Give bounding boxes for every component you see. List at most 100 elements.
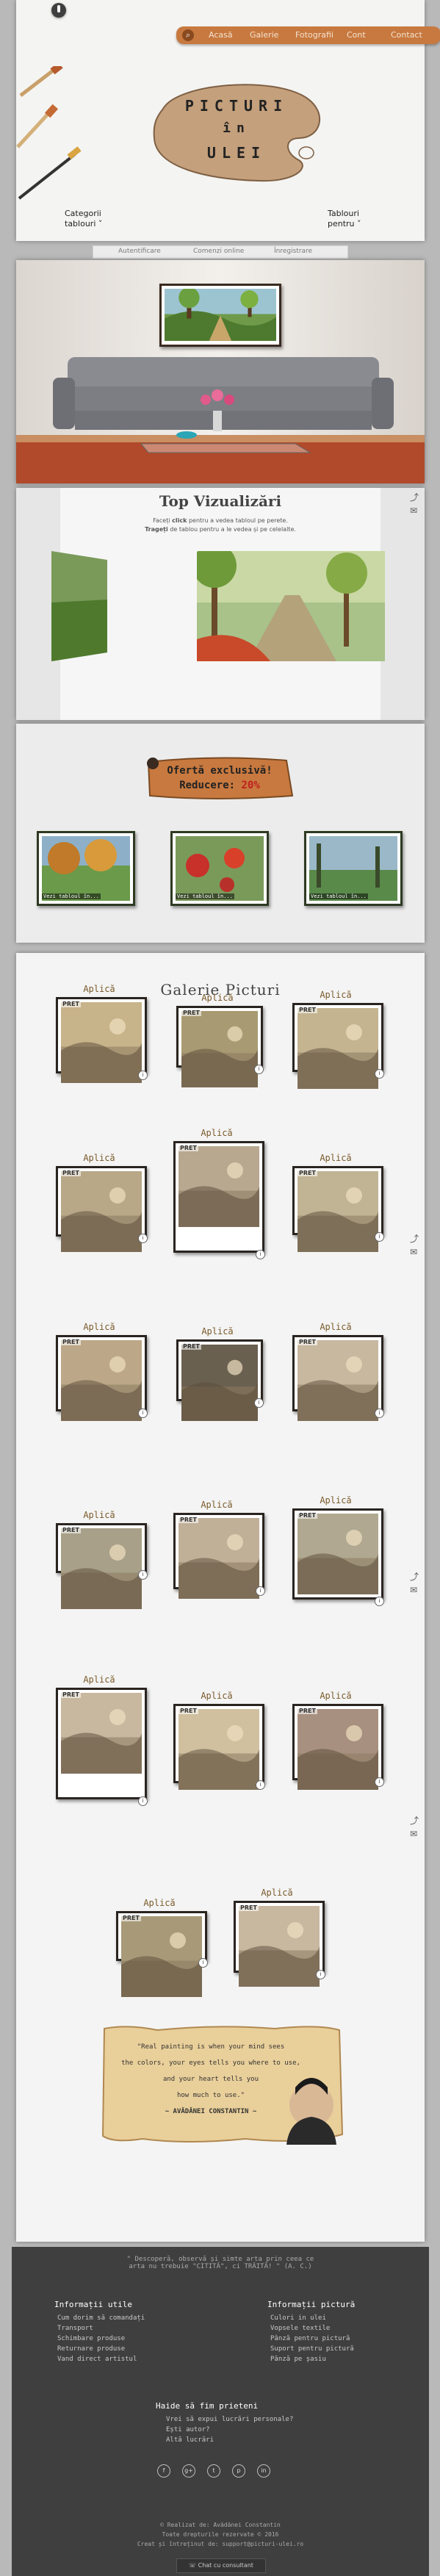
painting-info-link-2[interactable]: Vopsele textile: [270, 2325, 330, 2332]
painting-info-link-4[interactable]: Suport pentru pictură: [270, 2345, 354, 2353]
apply-button[interactable]: Aplică: [56, 1674, 143, 1685]
info-icon[interactable]: i: [138, 1071, 148, 1080]
useful-info-link-3[interactable]: Schimbare produse: [57, 2335, 125, 2342]
nav-account[interactable]: Cont: [347, 30, 366, 40]
info-icon[interactable]: i: [375, 1408, 384, 1418]
info-icon[interactable]: i: [254, 1398, 264, 1408]
info-icon[interactable]: i: [375, 1069, 384, 1079]
info-icon[interactable]: i: [138, 1796, 148, 1806]
share-icon[interactable]: ⤴: [410, 491, 419, 503]
gallery-painting[interactable]: PRET: [116, 1911, 207, 1997]
apply-button[interactable]: Aplică: [56, 1322, 143, 1332]
login-link[interactable]: Autentificare: [118, 248, 161, 255]
apply-button[interactable]: Aplică: [292, 1495, 379, 1505]
useful-info-link-5[interactable]: Vand direct artistul: [57, 2356, 137, 2363]
share-icon[interactable]: ⤴: [410, 1232, 419, 1245]
apply-button[interactable]: Aplică: [173, 1128, 260, 1138]
apply-button[interactable]: Aplică: [173, 1500, 260, 1510]
nav-home[interactable]: Acasă: [209, 30, 233, 40]
info-icon[interactable]: [51, 3, 66, 18]
search-icon[interactable]: ⌕: [182, 29, 194, 41]
painting-info-link-3[interactable]: Pânză pentru pictură: [270, 2335, 350, 2342]
pinterest-icon[interactable]: p: [232, 2464, 245, 2478]
wall-painting-preview[interactable]: [159, 284, 281, 347]
share-icon[interactable]: ⤴: [410, 1814, 419, 1827]
paintings-for-menu-sub[interactable]: pentru ˅: [328, 219, 361, 229]
carousel-painting-left[interactable]: [51, 551, 107, 661]
gallery-painting[interactable]: PRET: [173, 1513, 264, 1599]
categories-menu-sub[interactable]: tablouri ˅: [65, 219, 102, 229]
apply-button[interactable]: Aplică: [292, 1153, 379, 1163]
gallery-painting[interactable]: PRET: [176, 1006, 263, 1087]
gallery-painting[interactable]: PRET: [292, 1508, 383, 1600]
friends-link-2[interactable]: Ești autor?: [166, 2426, 210, 2433]
info-icon[interactable]: i: [316, 1970, 325, 1979]
info-icon[interactable]: i: [375, 1777, 384, 1787]
info-icon[interactable]: i: [375, 1597, 384, 1606]
nav-gallery[interactable]: Galerie: [250, 30, 278, 40]
gallery-painting[interactable]: PRET: [56, 1166, 147, 1252]
mail-icon[interactable]: ✉: [410, 1247, 417, 1257]
paintings-for-menu-label[interactable]: Tablouri: [328, 209, 359, 218]
useful-info-link-2[interactable]: Transport: [57, 2325, 93, 2332]
useful-info-link-1[interactable]: Cum dorim să comandați: [57, 2314, 145, 2322]
online-orders-link[interactable]: Comenzi online: [193, 248, 244, 255]
friends-link-1[interactable]: Vrei să expui lucrări personale?: [166, 2416, 293, 2423]
chat-button[interactable]: ☏ Chat cu consultant: [176, 2558, 266, 2573]
gallery-painting[interactable]: PRET: [56, 1335, 147, 1421]
apply-button[interactable]: Aplică: [292, 990, 379, 1000]
facebook-icon[interactable]: f: [157, 2464, 170, 2478]
nav-photos[interactable]: Fotografii: [295, 30, 333, 40]
gallery-painting[interactable]: PRET: [56, 1688, 147, 1799]
info-icon[interactable]: i: [375, 1232, 384, 1242]
info-icon[interactable]: i: [138, 1570, 148, 1580]
apply-button[interactable]: Aplică: [56, 1153, 143, 1163]
gallery-painting[interactable]: PRET: [292, 1003, 383, 1089]
painting-info-link-1[interactable]: Culori in ulei: [270, 2314, 326, 2322]
apply-button[interactable]: Aplică: [176, 1326, 259, 1336]
offer-card-1[interactable]: Vezi tabloul în...: [37, 831, 135, 906]
apply-button[interactable]: Aplică: [56, 984, 143, 994]
gallery-painting[interactable]: PRET: [292, 1704, 383, 1790]
info-icon[interactable]: i: [254, 1065, 264, 1074]
gallery-painting[interactable]: PRET: [56, 1523, 147, 1609]
apply-button[interactable]: Aplică: [234, 1888, 320, 1898]
twitter-icon[interactable]: t: [207, 2464, 220, 2478]
offer-card-2[interactable]: Vezi tabloul în...: [170, 831, 269, 906]
info-icon[interactable]: i: [256, 1250, 265, 1259]
gallery-painting[interactable]: PRET: [176, 1339, 263, 1421]
googleplus-icon[interactable]: g+: [182, 2464, 195, 2478]
mail-icon[interactable]: ✉: [410, 1585, 417, 1595]
info-icon[interactable]: i: [256, 1780, 265, 1790]
mail-icon[interactable]: ✉: [410, 506, 417, 516]
apply-button[interactable]: Aplică: [56, 1510, 143, 1520]
palette-logo[interactable]: PICTURI în ULEI: [148, 79, 325, 182]
apply-button[interactable]: Aplică: [173, 1691, 260, 1701]
gallery-painting[interactable]: PRET: [292, 1166, 383, 1252]
painting-image: [61, 1528, 142, 1609]
useful-info-link-4[interactable]: Returnare produse: [57, 2345, 125, 2353]
apply-button[interactable]: Aplică: [116, 1898, 203, 1908]
categories-menu-label[interactable]: Categorii: [65, 209, 101, 218]
gallery-painting[interactable]: PRET: [234, 1901, 325, 1987]
gallery-painting[interactable]: PRET: [173, 1141, 264, 1253]
gallery-painting[interactable]: PRET: [56, 997, 147, 1083]
carousel-painting-center[interactable]: [197, 551, 385, 661]
info-icon[interactable]: i: [256, 1586, 265, 1596]
register-link[interactable]: Înregistrare: [274, 248, 312, 255]
share-icon[interactable]: ⤴: [410, 1570, 419, 1583]
info-icon[interactable]: i: [198, 1958, 208, 1968]
mail-icon[interactable]: ✉: [410, 1829, 417, 1839]
info-icon[interactable]: i: [138, 1408, 148, 1418]
linkedin-icon[interactable]: in: [257, 2464, 270, 2478]
info-icon[interactable]: i: [138, 1234, 148, 1243]
painting-info-link-5[interactable]: Pânză pe șasiu: [270, 2356, 326, 2363]
gallery-painting[interactable]: PRET: [173, 1704, 264, 1790]
gallery-painting[interactable]: PRET: [292, 1335, 383, 1421]
apply-button[interactable]: Aplică: [292, 1322, 379, 1332]
apply-button[interactable]: Aplică: [292, 1691, 379, 1701]
apply-button[interactable]: Aplică: [176, 993, 259, 1003]
nav-contact[interactable]: Contact: [391, 30, 422, 40]
offer-card-3[interactable]: Vezi tabloul în...: [304, 831, 403, 906]
friends-link-3[interactable]: Altă lucrări: [166, 2436, 214, 2444]
